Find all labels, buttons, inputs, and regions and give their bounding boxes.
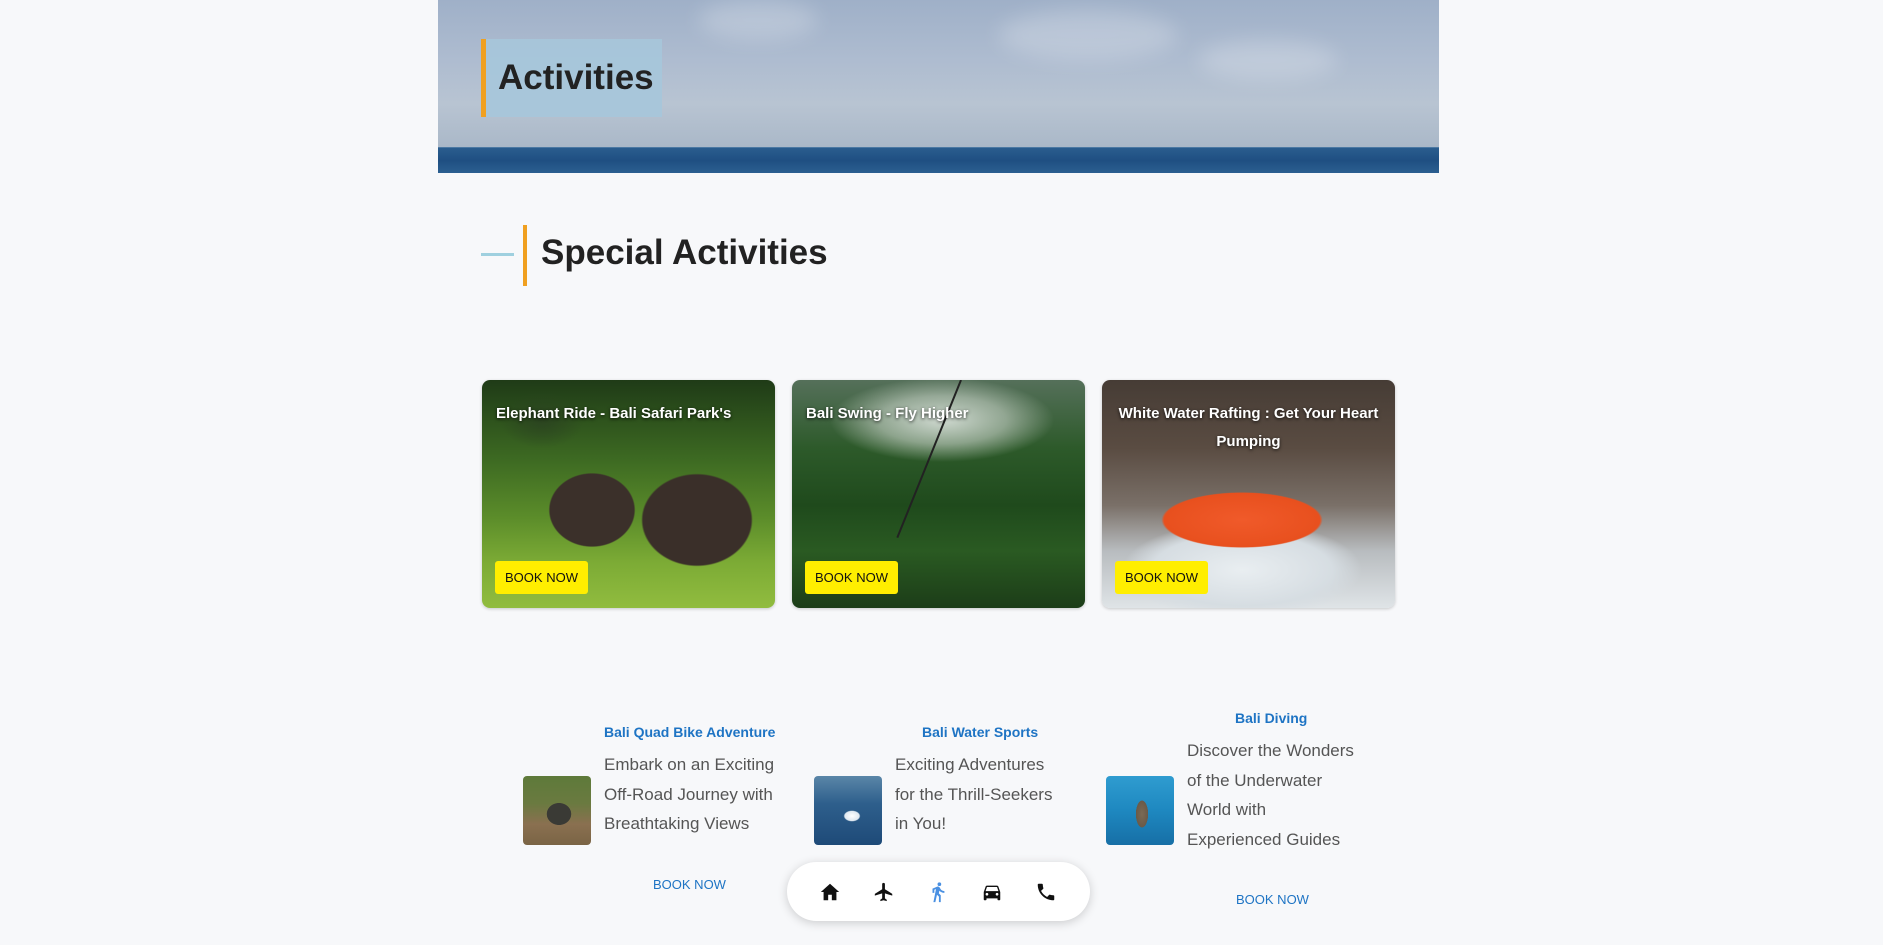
item-heading[interactable]: Bali Water Sports	[922, 724, 1038, 740]
card-title: Elephant Ride - Bali Safari Park's	[496, 405, 732, 422]
heading-accent-bar	[523, 225, 527, 286]
hero-title-box: Activities	[481, 39, 662, 117]
activity-card-elephant-ride[interactable]: Elephant Ride - Bali Safari Park's BOOK …	[482, 380, 775, 608]
bottom-nav	[787, 862, 1090, 921]
phone-icon[interactable]	[1035, 881, 1057, 903]
car-icon[interactable]	[981, 881, 1003, 903]
section-title: Special Activities	[541, 233, 828, 272]
item-thumbnail	[1106, 776, 1174, 845]
item-heading[interactable]: Bali Quad Bike Adventure	[604, 724, 775, 740]
card-title: White Water Rafting : Get Your Heart Pum…	[1118, 405, 1379, 450]
heading-dash	[481, 253, 514, 256]
item-thumbnail	[814, 776, 882, 845]
book-now-button[interactable]: BOOK NOW	[805, 561, 898, 594]
page-title: Activities	[498, 58, 654, 97]
activity-card-bali-swing[interactable]: Bali Swing - Fly Higher BOOK NOW	[792, 380, 1085, 608]
home-icon[interactable]	[819, 881, 841, 903]
item-description: Exciting Adventures for the Thrill-Seeke…	[895, 755, 1053, 833]
book-now-link[interactable]: BOOK NOW	[653, 877, 726, 892]
airplane-icon[interactable]	[873, 881, 895, 903]
item-heading[interactable]: Bali Diving	[1235, 710, 1307, 726]
item-description: Discover the Wonders of the Underwater W…	[1187, 741, 1354, 849]
book-now-button[interactable]: BOOK NOW	[1115, 561, 1208, 594]
book-now-button[interactable]: BOOK NOW	[495, 561, 588, 594]
card-title: Bali Swing - Fly Higher	[806, 405, 969, 422]
item-description: Embark on an Exciting Off-Road Journey w…	[604, 755, 775, 833]
book-now-link[interactable]: BOOK NOW	[1236, 892, 1309, 907]
walking-icon[interactable]	[927, 881, 949, 903]
item-thumbnail	[523, 776, 591, 845]
hero-banner: Activities	[438, 0, 1439, 173]
activity-card-white-water-rafting[interactable]: White Water Rafting : Get Your Heart Pum…	[1102, 380, 1395, 608]
sea-band	[438, 148, 1439, 173]
